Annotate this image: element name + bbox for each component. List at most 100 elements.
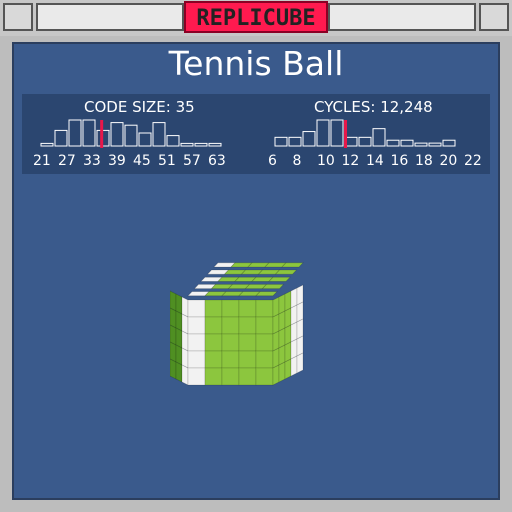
cube-front-voxel (204, 316, 223, 335)
cube-front-voxel (187, 333, 206, 352)
cycles-bar (372, 128, 386, 147)
cube-left-voxel (181, 347, 189, 369)
cube-right-voxel (272, 296, 280, 318)
cycles-tick: 16 (390, 153, 409, 169)
cycles-bar (358, 136, 372, 147)
code-size-histogram (40, 119, 222, 148)
cycles-bar (400, 139, 414, 147)
cycles-tick: 14 (366, 153, 384, 169)
puzzle-title: Tennis Ball (168, 44, 344, 83)
cube-front-voxel (221, 367, 240, 386)
code-size-tick: 39 (108, 153, 126, 169)
cube-front-voxel (221, 350, 240, 369)
cube-right-voxel (296, 352, 304, 374)
cube-left-voxel (175, 344, 183, 366)
cube-right-voxel (290, 287, 298, 309)
cube-front-voxel (204, 350, 223, 369)
cycles-tick: 20 (439, 153, 458, 169)
cube-right-voxel (284, 358, 292, 380)
cube-front-voxel (255, 367, 274, 386)
cube-right-voxel (296, 318, 304, 340)
code-size-tick: 51 (158, 153, 176, 169)
cycles-bar (288, 136, 302, 147)
code-size-bar (54, 129, 68, 147)
cycles-tick: 22 (464, 153, 482, 169)
code-size-tick: 21 (33, 153, 51, 169)
cycles-bar (428, 142, 442, 147)
code-size-bar (40, 142, 54, 147)
cube-right-voxel (278, 293, 286, 315)
code-size-bar (68, 119, 82, 147)
cube-front-voxel (255, 333, 274, 352)
cube-left-voxel (181, 313, 189, 335)
cube-right-voxel (272, 364, 280, 386)
cube-left-voxel (170, 324, 177, 346)
window-corner-right (479, 3, 509, 31)
cube-left-voxel (175, 361, 183, 383)
cube-right-voxel (284, 290, 292, 312)
code-size-bar (152, 122, 166, 147)
code-size-tick: 33 (83, 153, 101, 169)
cube-right-voxel (284, 324, 292, 346)
code-size-bar (82, 119, 96, 147)
cube-left-voxel (175, 310, 183, 332)
cube-front-voxel (187, 299, 206, 318)
cube-front-voxel (221, 333, 240, 352)
cube-right-voxel (284, 307, 292, 329)
cube-left-voxel (181, 364, 189, 386)
cube-left-voxel (170, 358, 177, 380)
cube-top-voxel (268, 276, 291, 282)
cube-left-voxel (181, 330, 189, 352)
cube-right-voxel (290, 355, 298, 377)
cube-top-voxel (281, 262, 304, 268)
cube-right-voxel (290, 321, 298, 343)
code-size-bar (124, 124, 138, 147)
cube-right-voxel (296, 301, 304, 323)
cube-top-voxel (261, 283, 285, 290)
cube-front-voxel (221, 316, 240, 335)
cycles-tick: 12 (341, 153, 360, 169)
cube-right-voxel (272, 313, 280, 335)
cube-front-voxel (187, 367, 206, 386)
cube-right-voxel (290, 304, 298, 326)
cube-front-voxel (187, 350, 206, 369)
cycles-tick: 6 (268, 153, 277, 169)
title-stripe-right (328, 3, 476, 31)
cycles-label: CYCLES: 12,248 (314, 98, 433, 116)
code-size-bar (208, 142, 222, 147)
code-size-marker (100, 120, 104, 148)
cube-viewport[interactable] (170, 260, 340, 420)
code-size-bar (166, 135, 180, 147)
cube-right-voxel (278, 361, 286, 383)
code-size-label: CODE SIZE: 35 (84, 98, 195, 116)
cycles-bar (414, 142, 428, 147)
cube-right-voxel (290, 338, 298, 360)
cube-top-voxel (274, 269, 298, 275)
code-size-tick: 27 (58, 153, 76, 169)
cube-top-voxel (255, 291, 278, 297)
cube-front-voxel (238, 367, 257, 386)
cube-front-voxel (204, 367, 223, 386)
cycles-tick: 18 (415, 153, 433, 169)
cube-right-voxel (272, 330, 280, 352)
cube-front-voxel (255, 316, 274, 335)
cube-front-voxel (238, 333, 257, 352)
cube-left-voxel (170, 341, 177, 363)
code-size-bar (194, 142, 208, 147)
cycles-bar (386, 139, 400, 147)
cycles-histogram (274, 119, 456, 148)
cycles-bar (316, 119, 330, 147)
cube-front-voxel (204, 333, 223, 352)
code-size-tick: 45 (133, 153, 151, 169)
cube-left-voxel (175, 327, 183, 349)
cube-left-voxel (170, 290, 177, 312)
title-bar: REPLICUBE (0, 0, 512, 38)
code-size-tick: 63 (208, 153, 226, 169)
app-title: REPLICUBE (184, 1, 328, 33)
cube-front-voxel (187, 316, 206, 335)
cycles-bar (330, 119, 344, 147)
cycles-tick: 10 (317, 153, 335, 169)
title-stripe-left (36, 3, 184, 31)
cube-right-voxel (278, 310, 286, 332)
cube-front-voxel (221, 299, 240, 318)
